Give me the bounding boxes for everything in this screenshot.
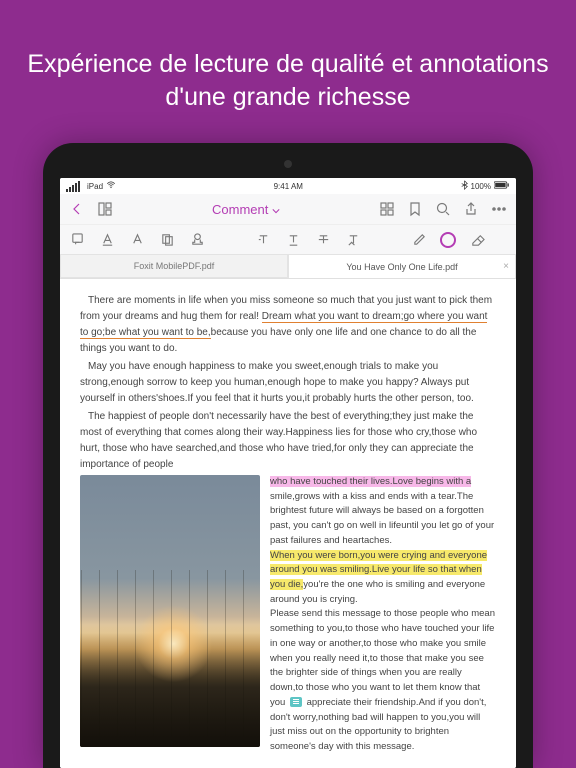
screen: iPad 9:41 AM 100% Comment	[60, 178, 516, 768]
insert-text-tool[interactable]	[254, 231, 272, 249]
tab-foxit-mobilepdf[interactable]: Foxit MobilePDF.pdf	[60, 254, 288, 278]
carrier-label: iPad	[87, 182, 103, 191]
shape-tool[interactable]	[440, 232, 456, 248]
bluetooth-icon	[461, 180, 468, 192]
more-button[interactable]	[490, 200, 508, 218]
paragraph-3: The happiest of people don't necessarily…	[80, 409, 496, 473]
battery-icon	[494, 181, 510, 191]
status-time: 9:41 AM	[274, 182, 303, 191]
grid-view-button[interactable]	[378, 200, 396, 218]
bookmark-button[interactable]	[406, 200, 424, 218]
thumbnails-button[interactable]	[96, 200, 114, 218]
app-toolbar: Comment	[60, 194, 516, 279]
search-button[interactable]	[434, 200, 452, 218]
right-column: who have touched their lives.Love begins…	[270, 475, 496, 755]
wifi-icon	[106, 180, 116, 192]
document-body[interactable]: There are moments in life when you miss …	[60, 279, 516, 768]
toolbar-title: Comment	[124, 202, 368, 217]
strikeout-tool[interactable]	[314, 231, 332, 249]
paragraph-2: May you have enough happiness to make yo…	[80, 359, 496, 407]
highlight-tool[interactable]	[98, 231, 116, 249]
attach-tool[interactable]	[158, 231, 176, 249]
tablet-frame: iPad 9:41 AM 100% Comment	[43, 143, 533, 768]
signal-icon	[66, 180, 84, 192]
paragraph-1: There are moments in life when you miss …	[80, 293, 496, 357]
document-tabs: Foxit MobilePDF.pdf You Have Only One Li…	[60, 254, 516, 278]
stamp-tool[interactable]	[188, 231, 206, 249]
eraser-tool[interactable]	[468, 231, 486, 249]
status-bar: iPad 9:41 AM 100%	[60, 178, 516, 194]
underline-tool[interactable]	[284, 231, 302, 249]
highlight-pink[interactable]: who have touched their lives.Love begins…	[270, 476, 471, 487]
tab-you-have-only-one-life[interactable]: You Have Only One Life.pdf×	[288, 254, 516, 278]
replace-text-tool[interactable]	[344, 231, 362, 249]
text-tool[interactable]	[128, 231, 146, 249]
marketing-headline: Expérience de lecture de qualité et anno…	[0, 0, 576, 141]
comment-note-icon[interactable]	[290, 697, 302, 707]
pencil-tool[interactable]	[410, 231, 428, 249]
back-button[interactable]	[68, 200, 86, 218]
share-button[interactable]	[462, 200, 480, 218]
document-image	[80, 475, 260, 747]
tablet-camera	[284, 160, 292, 168]
battery-text: 100%	[471, 182, 491, 191]
close-tab-icon[interactable]: ×	[503, 261, 509, 272]
note-tool[interactable]	[68, 231, 86, 249]
